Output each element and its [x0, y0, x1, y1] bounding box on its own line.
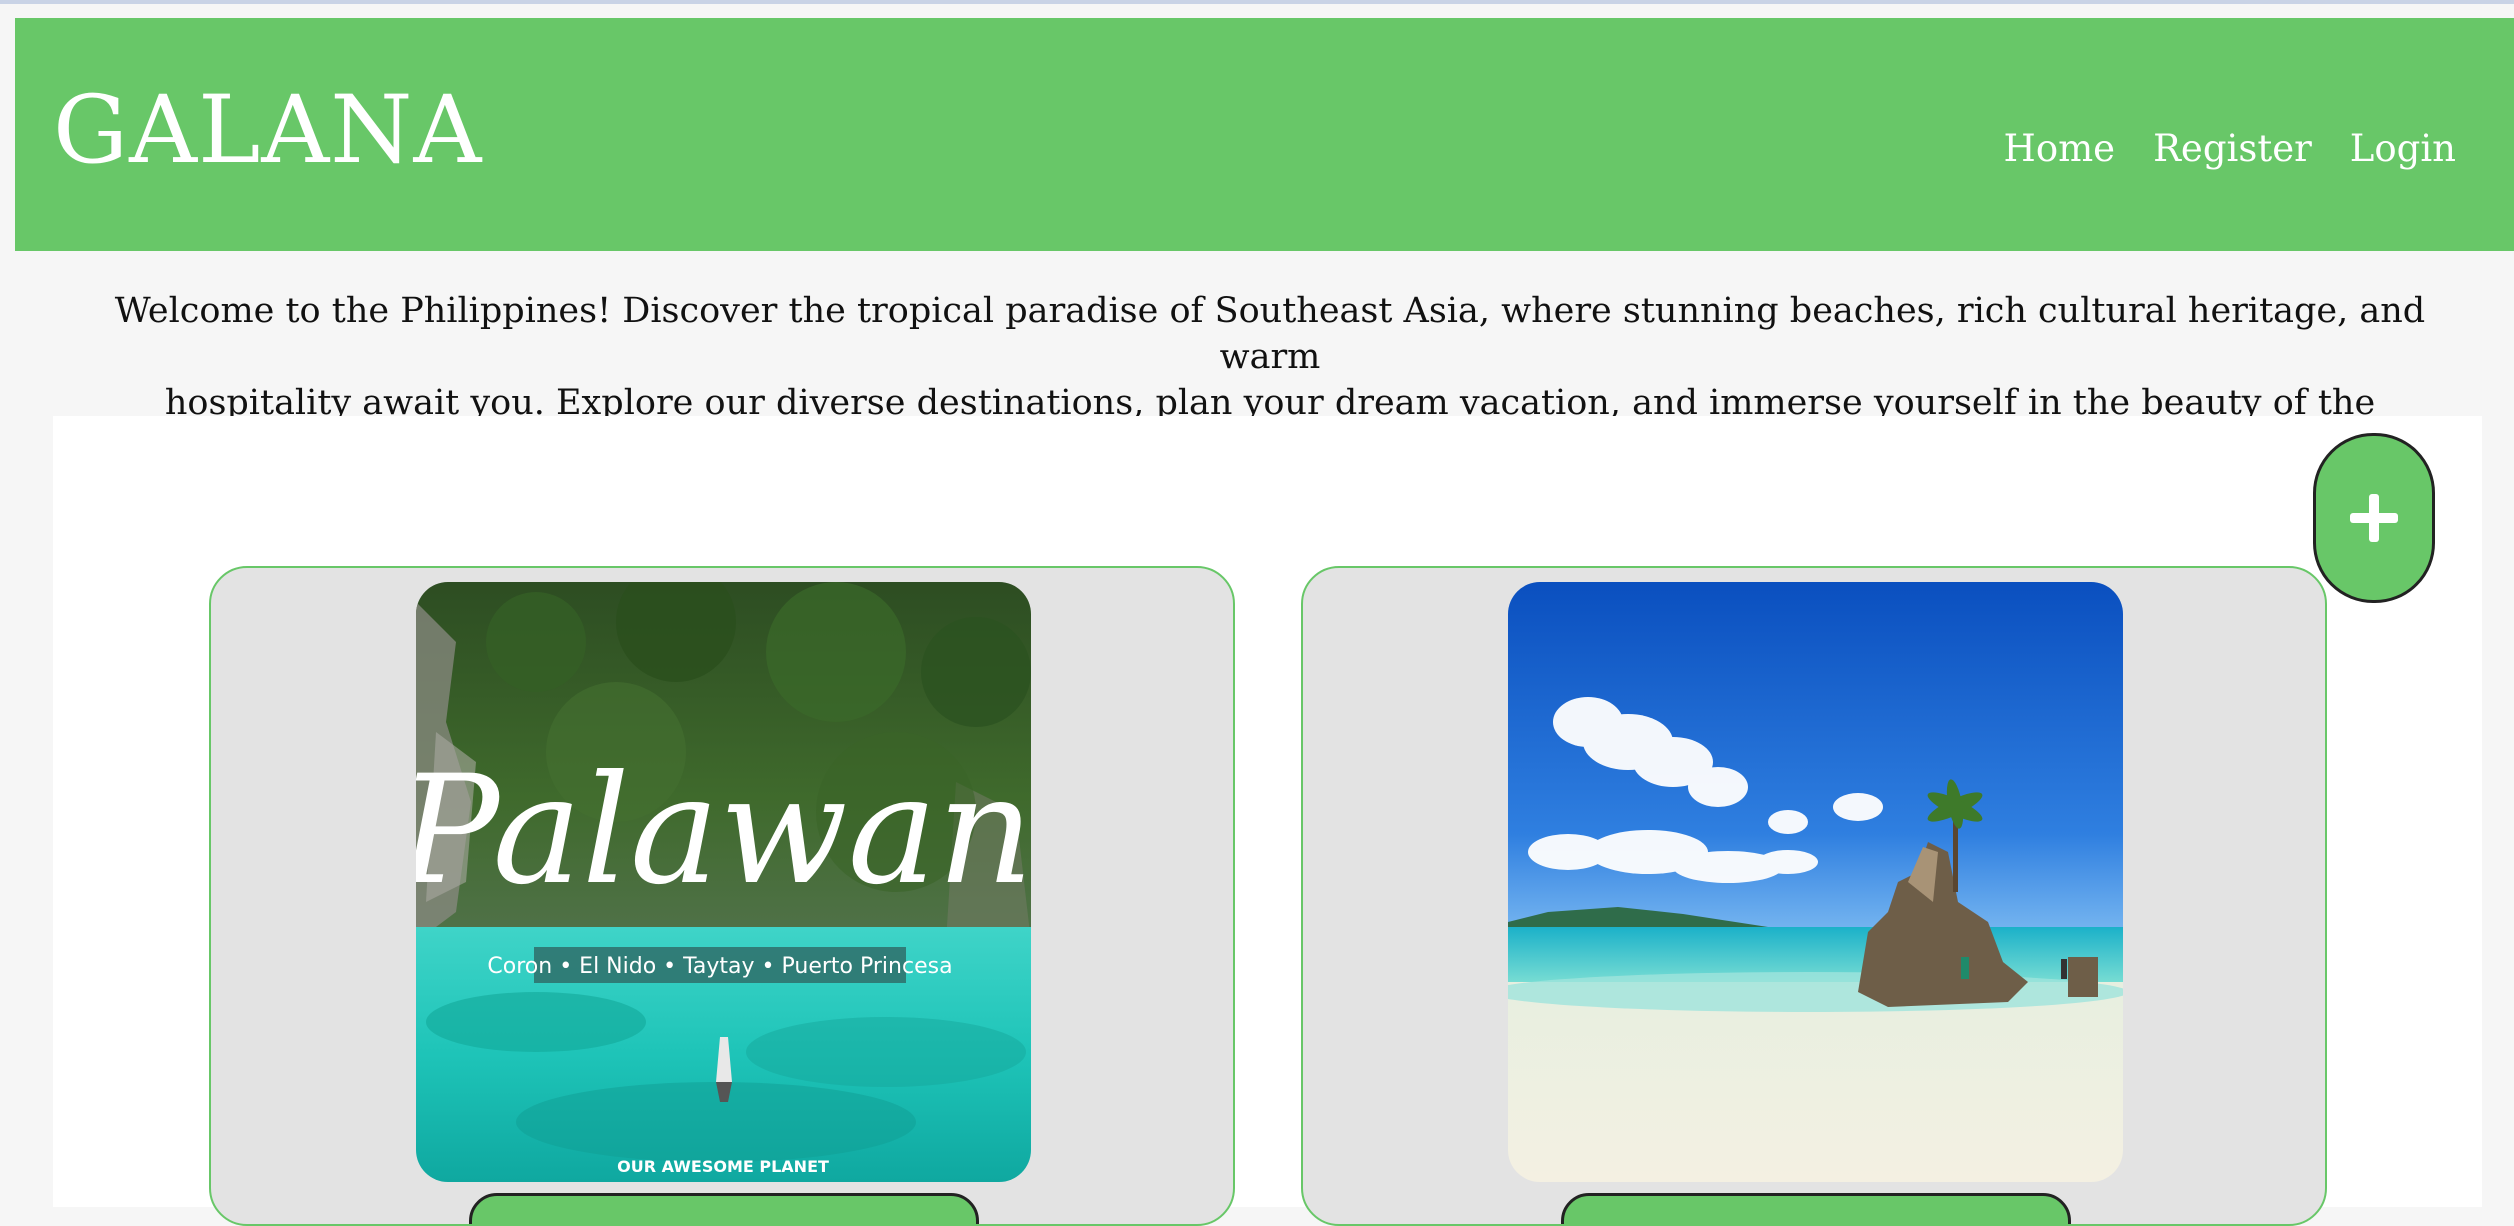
beach-image-svg	[1508, 582, 2123, 1182]
image-title-text: Palawan	[416, 744, 1031, 918]
destination-image[interactable]: Palawan Coron • El Nido • Taytay • Puert…	[416, 582, 1031, 1182]
nav-login-link[interactable]: Login	[2350, 130, 2456, 167]
plus-icon	[2350, 494, 2398, 542]
card-action-button[interactable]	[469, 1193, 979, 1224]
destination-card[interactable]	[1301, 566, 2327, 1226]
destination-image[interactable]	[1508, 582, 2123, 1182]
main-nav: Home Register Login	[2004, 130, 2456, 167]
destination-card[interactable]: Palawan Coron • El Nido • Taytay • Puert…	[209, 566, 1235, 1226]
site-logo[interactable]: GALANA	[53, 84, 482, 178]
palawan-image-svg: Palawan Coron • El Nido • Taytay • Puert…	[416, 582, 1031, 1182]
card-action-button[interactable]	[1561, 1193, 2071, 1224]
image-watermark-text: OUR AWESOME PLANET	[617, 1157, 829, 1176]
window-top-border	[0, 0, 2514, 4]
add-destination-button[interactable]	[2313, 433, 2435, 603]
image-subtitle-text: Coron • El Nido • Taytay • Puerto Prince…	[487, 954, 952, 979]
site-header: GALANA Home Register Login	[15, 18, 2514, 251]
nav-home-link[interactable]: Home	[2004, 130, 2116, 167]
nav-register-link[interactable]: Register	[2153, 130, 2312, 167]
intro-line-1: Welcome to the Philippines! Discover the…	[114, 291, 2426, 377]
